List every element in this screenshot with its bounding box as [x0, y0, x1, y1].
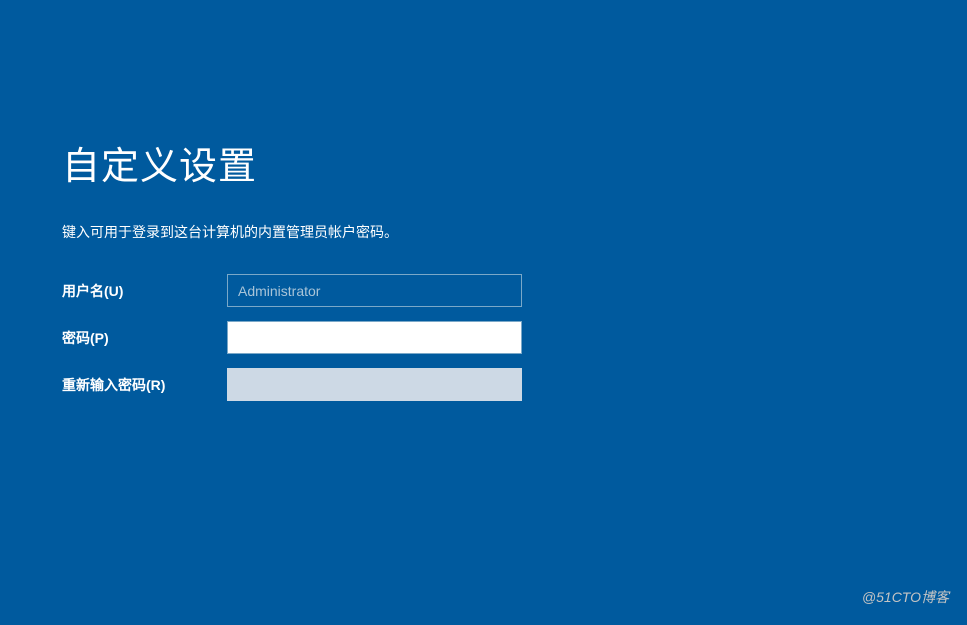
- setup-container: 自定义设置 键入可用于登录到这台计算机的内置管理员帐户密码。 用户名(U) 密码…: [0, 0, 967, 401]
- password-row: 密码(P): [62, 321, 967, 354]
- watermark-text: @51CTO博客: [862, 587, 949, 607]
- confirm-password-field[interactable]: [227, 368, 522, 401]
- confirm-password-row: 重新输入密码(R): [62, 368, 967, 401]
- password-field[interactable]: [227, 321, 522, 354]
- instruction-text: 键入可用于登录到这台计算机的内置管理员帐户密码。: [62, 222, 967, 242]
- password-label: 密码(P): [62, 328, 227, 348]
- confirm-password-label: 重新输入密码(R): [62, 375, 227, 395]
- username-field: [227, 274, 522, 307]
- username-row: 用户名(U): [62, 274, 967, 307]
- username-label: 用户名(U): [62, 281, 227, 301]
- page-title: 自定义设置: [62, 135, 967, 190]
